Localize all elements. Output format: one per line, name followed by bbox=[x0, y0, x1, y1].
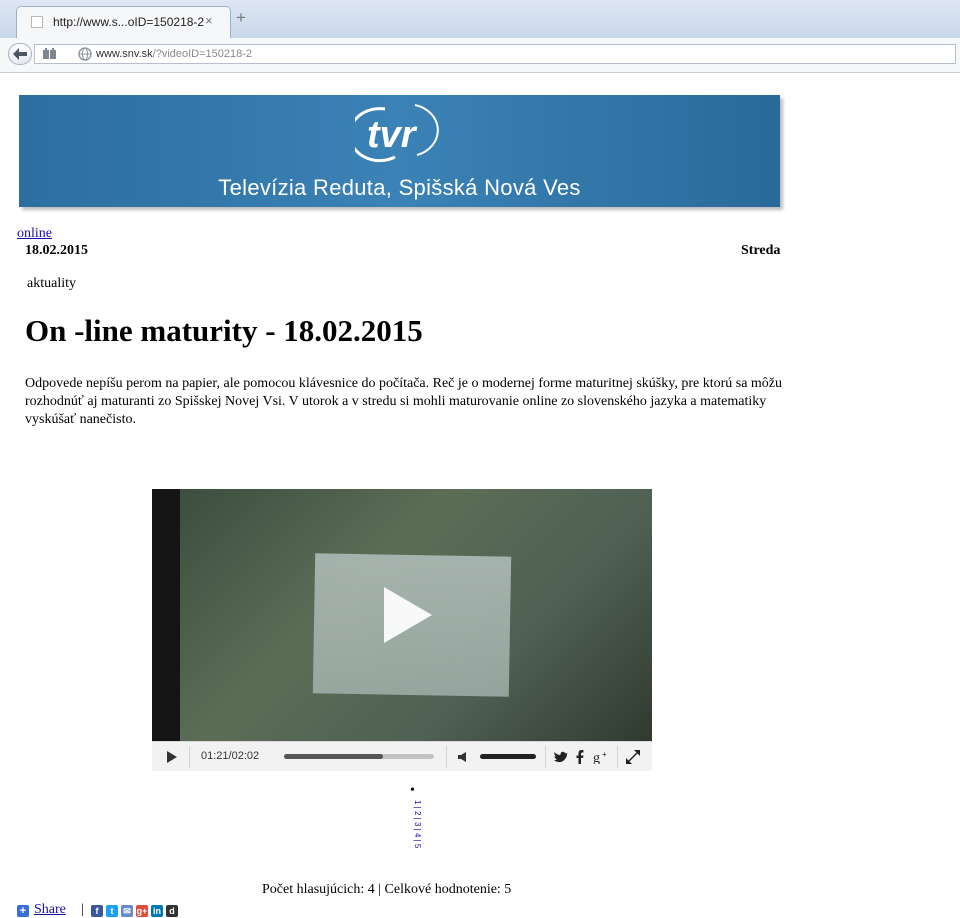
tab-title: http://www.s...oID=150218-2 bbox=[53, 15, 205, 29]
article-headline: On -line maturity - 18.02.2015 bbox=[25, 313, 423, 348]
volume-icon[interactable] bbox=[458, 752, 468, 762]
banner-title: Televízia Reduta, Spišská Nová Ves bbox=[218, 175, 581, 200]
article-lead: Odpovede nepíšu perom na papier, ale pom… bbox=[25, 376, 783, 427]
linkedin-icon[interactable]: in bbox=[151, 905, 163, 917]
control-divider bbox=[545, 746, 546, 768]
list-bullet: • bbox=[410, 783, 415, 798]
navigation-bar: www.snv.sk/?videoID=150218-2 bbox=[0, 38, 960, 73]
article-weekday: Streda bbox=[741, 243, 781, 258]
online-link[interactable]: online bbox=[17, 226, 52, 242]
control-divider bbox=[446, 746, 447, 768]
twitter-icon[interactable] bbox=[554, 751, 568, 763]
play-icon[interactable] bbox=[166, 751, 178, 763]
video-dark-edge bbox=[152, 489, 180, 741]
back-arrow-icon bbox=[13, 48, 27, 60]
svg-text:+: + bbox=[602, 750, 607, 759]
globe-icon bbox=[78, 47, 92, 61]
rating-summary: Počet hlasujúcich: 4 | Celkové hodnoteni… bbox=[262, 882, 512, 897]
fullscreen-icon[interactable] bbox=[626, 750, 640, 764]
facebook-icon[interactable] bbox=[576, 750, 584, 764]
digg-icon[interactable]: d bbox=[166, 905, 178, 917]
video-player[interactable]: 01:21/02:02 g + bbox=[152, 489, 652, 771]
google-plus-icon[interactable]: g + bbox=[593, 750, 609, 764]
control-divider bbox=[617, 746, 618, 768]
player-controls: 01:21/02:02 g + bbox=[152, 741, 652, 771]
rating-links[interactable]: 1 | 2 | 3 | 4 | 5 bbox=[413, 800, 422, 848]
new-tab-button[interactable]: + bbox=[236, 9, 246, 27]
tvr-logo-icon: tvr bbox=[355, 104, 439, 163]
google-plus-icon[interactable]: g+ bbox=[136, 905, 148, 917]
page-icon bbox=[31, 16, 43, 28]
url-host: www.snv.sk bbox=[96, 48, 153, 60]
url-path: /?videoID=150218-2 bbox=[152, 48, 253, 60]
address-bar[interactable]: www.snv.sk/?videoID=150218-2 bbox=[34, 44, 956, 64]
seek-progress bbox=[284, 754, 383, 759]
back-button[interactable] bbox=[8, 43, 32, 65]
play-overlay-icon[interactable] bbox=[370, 581, 438, 649]
logo-text: tvr bbox=[367, 114, 418, 156]
seek-bar[interactable] bbox=[284, 754, 434, 759]
email-icon[interactable]: ✉ bbox=[121, 905, 133, 917]
browser-tab[interactable]: http://www.s...oID=150218-2 × bbox=[16, 6, 231, 38]
site-identity-icon[interactable] bbox=[43, 48, 57, 60]
article-date: 18.02.2015 bbox=[25, 243, 88, 258]
control-divider bbox=[189, 746, 190, 768]
article-category: aktuality bbox=[27, 276, 76, 291]
share-plus-icon[interactable]: + bbox=[17, 905, 29, 917]
video-frame[interactable] bbox=[152, 489, 652, 741]
share-separator: | bbox=[81, 902, 84, 917]
svg-text:g: g bbox=[593, 751, 600, 764]
facebook-icon[interactable]: f bbox=[91, 905, 103, 917]
tab-close-icon[interactable]: × bbox=[205, 13, 213, 28]
site-banner[interactable]: tvr Televízia Reduta, Spišská Nová Ves bbox=[19, 95, 780, 207]
share-link[interactable]: Share bbox=[34, 902, 66, 918]
url-text[interactable]: www.snv.sk/?videoID=150218-2 bbox=[96, 48, 252, 60]
time-display: 01:21/02:02 bbox=[201, 750, 260, 762]
volume-slider[interactable] bbox=[480, 754, 536, 759]
browser-tab-strip: http://www.s...oID=150218-2 × + bbox=[0, 0, 960, 38]
twitter-icon[interactable]: t bbox=[106, 905, 118, 917]
